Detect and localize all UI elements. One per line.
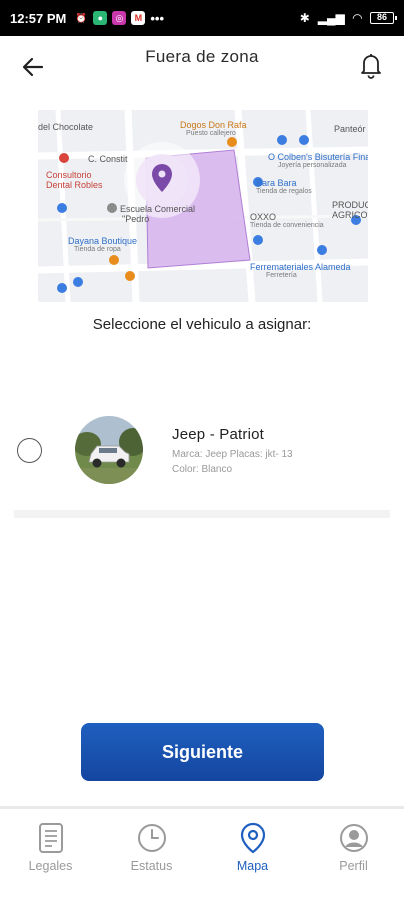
- map-label: PRODUCT: [332, 200, 368, 210]
- map-label: "Pedro: [122, 214, 150, 224]
- zone-map[interactable]: del Chocolate Dogos Don Rafa Puesto call…: [38, 110, 368, 302]
- vehicle-name: Jeep - Patriot: [172, 426, 265, 443]
- map-streets: [38, 110, 368, 302]
- battery-icon: 86: [370, 12, 397, 24]
- status-system-icons: ✱ ▂▄▆ ◠ 86: [299, 11, 397, 25]
- map-label: Ferretería: [266, 272, 297, 279]
- vehicle-radio-button[interactable]: [17, 438, 42, 463]
- vehicle-photo-image: [75, 416, 143, 484]
- nav-label: Legales: [28, 859, 73, 873]
- map-label: Escuela Comercial: [120, 204, 196, 214]
- gmail-icon: M: [131, 11, 146, 25]
- list-divider: [14, 510, 390, 518]
- system-home-bar: [0, 885, 404, 900]
- bottom-nav-divider: [0, 806, 404, 809]
- bluetooth-icon: ✱: [299, 11, 310, 25]
- nav-item-estatus[interactable]: Estatus: [101, 812, 202, 880]
- alarm-icon: ⏰: [75, 12, 87, 23]
- map-label: Tienda de conveniencia: [250, 222, 324, 229]
- nav-item-perfil[interactable]: Perfil: [303, 812, 404, 880]
- bell-icon[interactable]: [356, 50, 386, 80]
- instagram-icon: ◎: [112, 11, 127, 25]
- vehicle-photo: [75, 416, 143, 484]
- status-time: 12:57 PM: [10, 10, 67, 26]
- nav-label: Perfil: [339, 859, 368, 873]
- map-label: Panteór: [334, 124, 366, 134]
- map-label: del Chocolate: [38, 122, 94, 132]
- status-notification-icons: ⏰ ● ◎ M •••: [74, 11, 164, 26]
- back-arrow-icon[interactable]: [18, 52, 48, 82]
- map-label: Puesto callejero: [186, 130, 236, 137]
- nav-label: Mapa: [236, 859, 269, 873]
- clock-icon: [137, 824, 166, 852]
- wifi-icon: ◠: [352, 11, 362, 25]
- signal-icon: ▂▄▆: [317, 11, 345, 25]
- nav-item-legales[interactable]: Legales: [0, 812, 101, 880]
- more-notifications-icon: •••: [150, 10, 165, 26]
- vehicle-brand-plates: Marca: Jeep Placas: jkt- 13: [172, 449, 293, 460]
- map-label: Joyería personalizada: [278, 162, 347, 169]
- map-label: Dayana Boutique: [68, 236, 138, 246]
- nav-item-mapa[interactable]: Mapa: [202, 812, 303, 880]
- app-notification-icon: ●: [93, 11, 108, 25]
- bottom-navigation: Legales Estatus Mapa Perfil: [0, 812, 404, 880]
- map-label: Dental Robles: [46, 180, 103, 190]
- next-button[interactable]: Siguiente: [81, 723, 324, 781]
- map-label: C. Constit: [88, 154, 128, 164]
- map-label: Bara Bara: [256, 178, 297, 188]
- map-label: Dogos Don Rafa: [180, 120, 247, 130]
- map-label: Tienda de regalos: [256, 188, 312, 195]
- app-header: Fuera de zona: [0, 36, 404, 96]
- vehicle-list-item[interactable]: Jeep - Patriot Marca: Jeep Placas: jkt- …: [0, 410, 404, 490]
- map-label: Consultorio: [46, 170, 92, 180]
- map-label: Tienda de ropa: [74, 246, 121, 253]
- vehicle-color: Color: Blanco: [172, 464, 233, 475]
- map-label: Ferremateriales Alameda: [250, 262, 351, 272]
- map-pin-icon: [240, 822, 265, 854]
- map-label: O Colben's Bisutería Fina: [268, 152, 368, 162]
- map-label: OXXO: [250, 212, 277, 222]
- profile-icon: [339, 824, 368, 852]
- select-vehicle-prompt: Seleccione el vehiculo a asignar:: [92, 316, 312, 333]
- page-title: Fuera de zona: [145, 47, 259, 66]
- status-bar: 12:57 PM ⏰ ● ◎ M ••• ✱ ▂▄▆ ◠ 86: [0, 0, 404, 36]
- nav-label: Estatus: [130, 859, 173, 873]
- map-label: AGRICOLA: [332, 210, 368, 220]
- document-icon: [38, 823, 63, 853]
